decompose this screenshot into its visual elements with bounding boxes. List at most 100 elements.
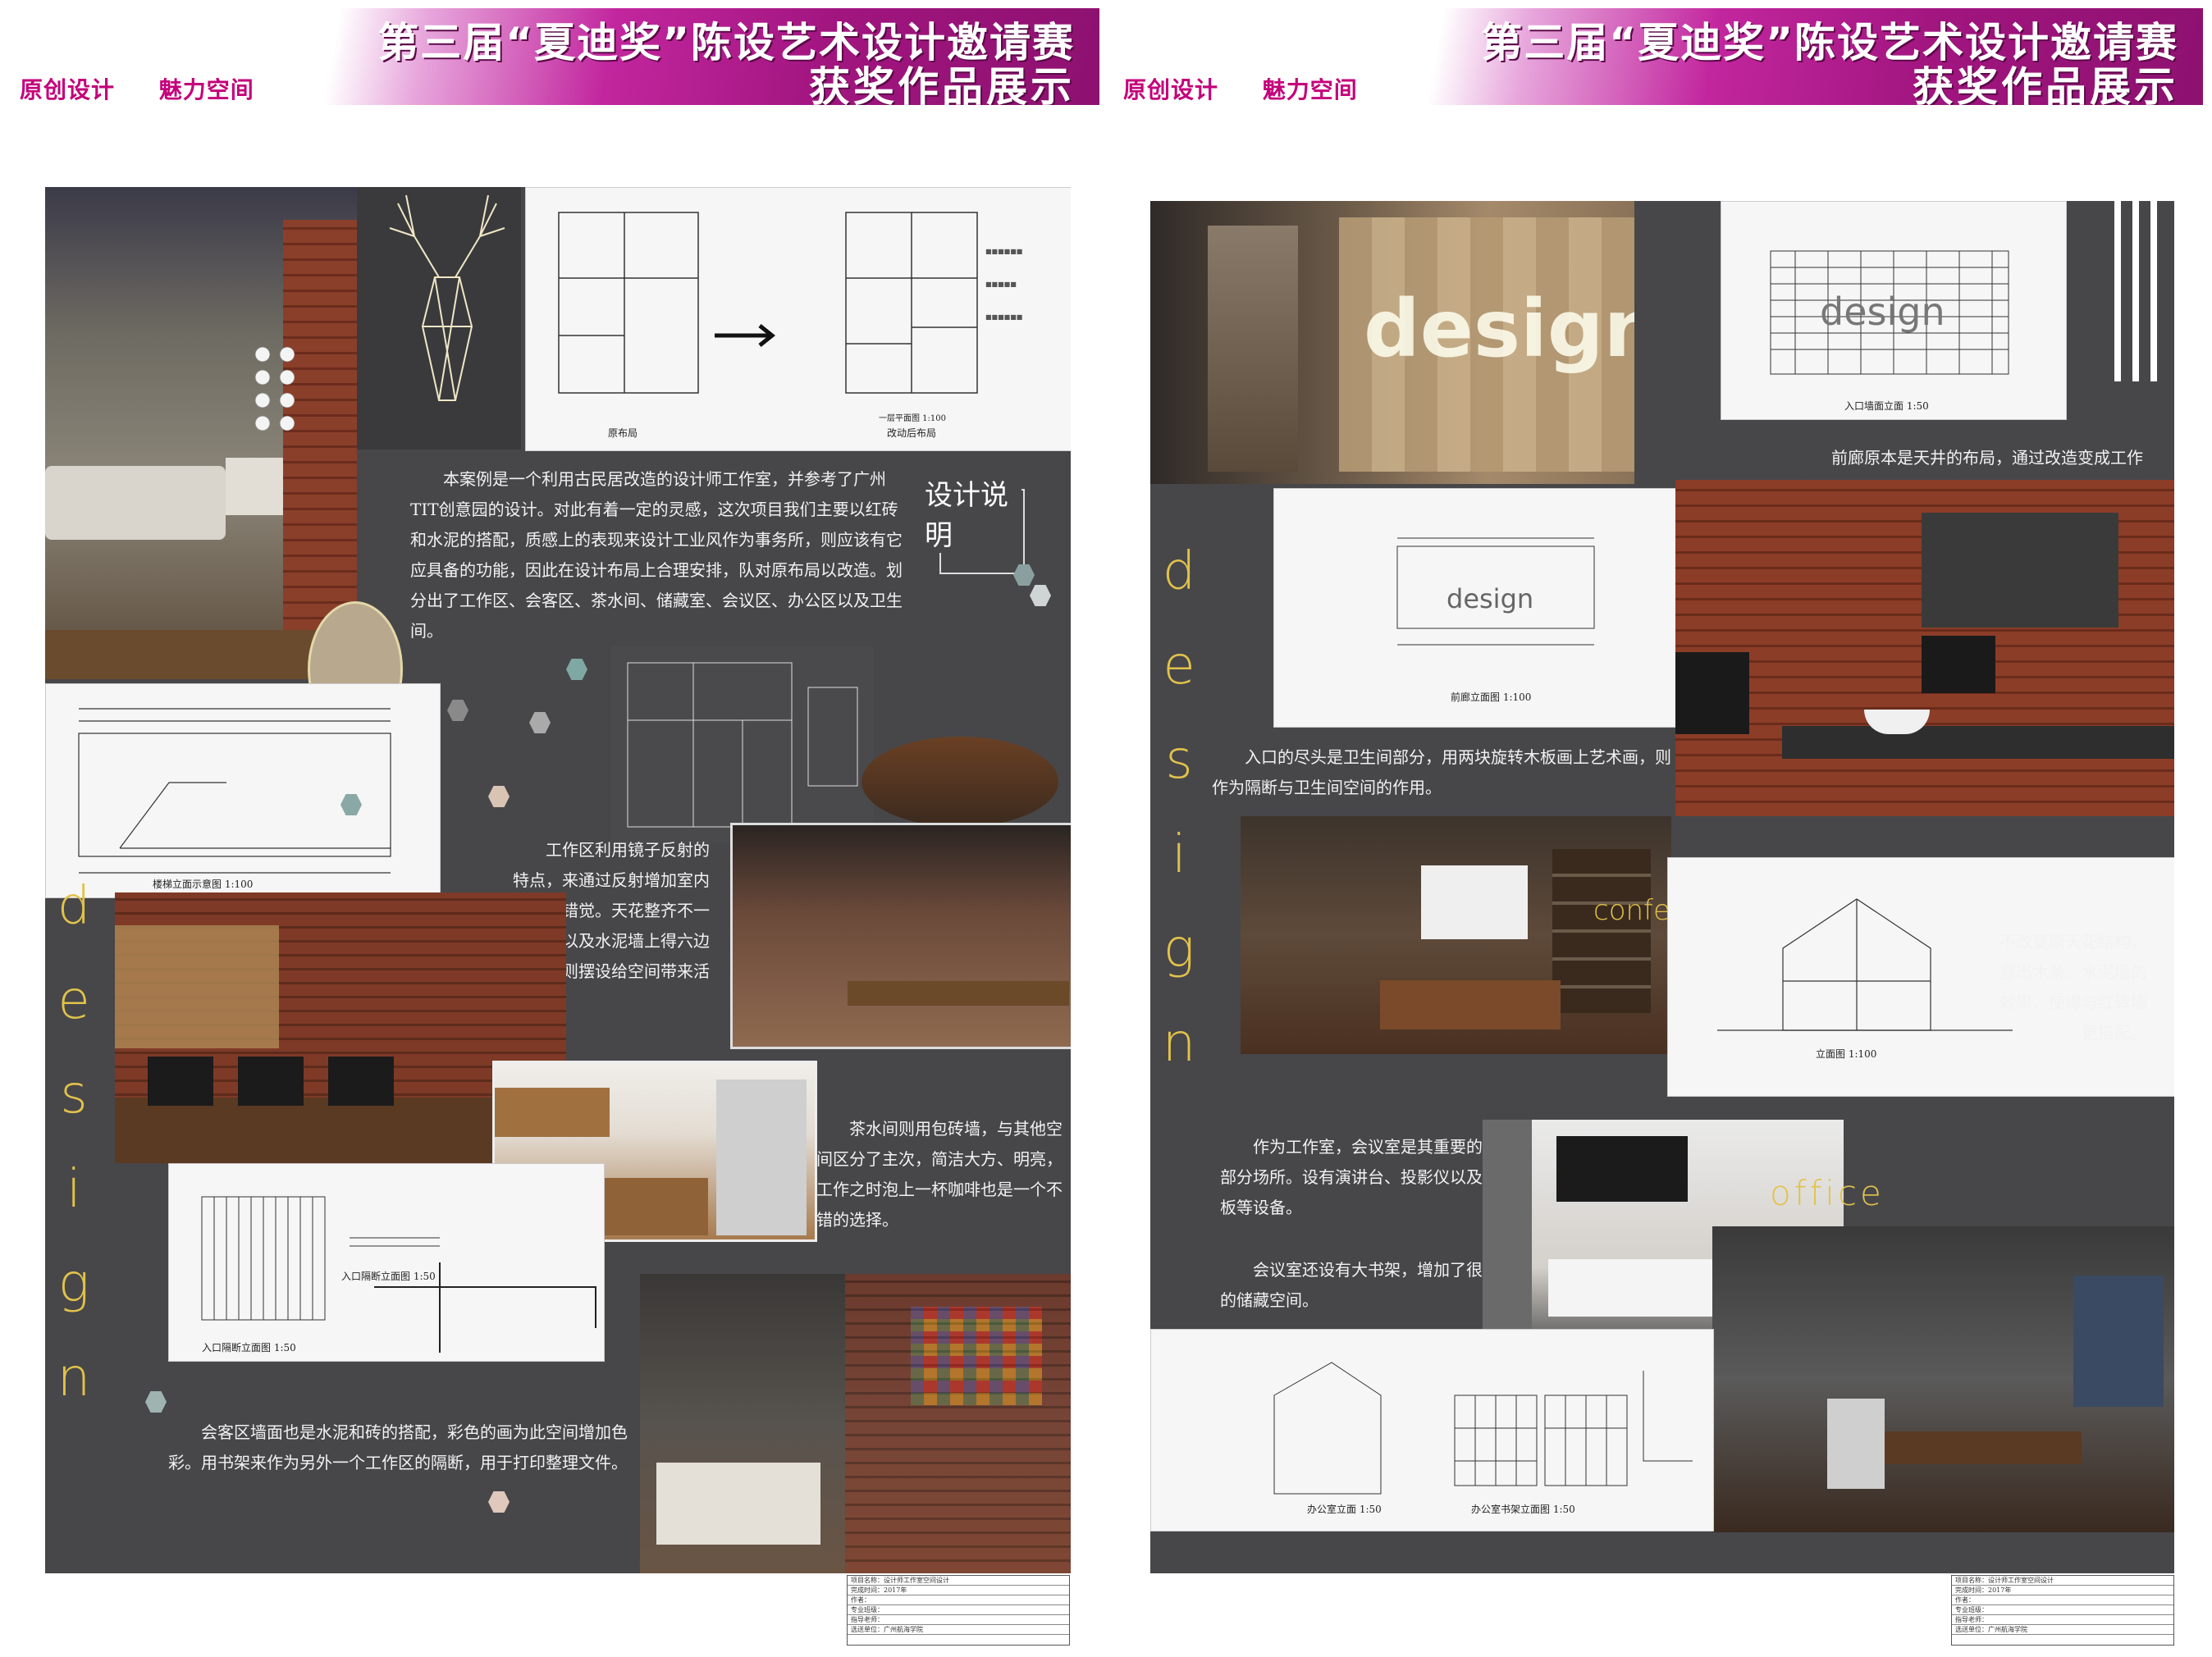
stair-elevation: 楼梯立面示意图 1:100 — [45, 683, 441, 898]
banner-right-title2: 获奖作品展示 — [1913, 63, 2178, 105]
right-title-block: 项目名称：设计师工作室空间设计 完成时间：2017年 作者： 专业班级： 指导老… — [1951, 1575, 2174, 1646]
tb-row: 项目名称：设计师工作室空间设计 — [1952, 1576, 2173, 1586]
letter-e: e — [1163, 636, 1195, 696]
portrait-panel — [1208, 226, 1298, 472]
deer-panel — [357, 187, 521, 450]
entrance-wall-caption: 入口墙面立面 1:50 — [1844, 400, 1929, 412]
right-vertical-design: d e s i g n — [1154, 525, 1204, 1091]
sofa — [45, 466, 226, 540]
fridge — [716, 1080, 807, 1235]
deer-head-icon — [389, 194, 505, 401]
sofa-right — [226, 458, 283, 515]
tag-charm: 魅力空间 — [1262, 76, 1358, 103]
svg-text:■■■■■: ■■■■■ — [985, 281, 1017, 288]
letter-i: i — [66, 1159, 81, 1220]
para-tea: 茶水间则用包砖墙，与其他空间区分了主次，简洁大方、明亮，工作之时泡上一杯咖啡也是… — [816, 1119, 1063, 1230]
plan-caption-after: 改动后布局 — [887, 427, 937, 439]
banner-left-tags: 原创设计 魅力空间 — [20, 72, 254, 105]
section-title: 设计说明 — [923, 472, 1021, 553]
stair-caption: 楼梯立面示意图 1:100 — [153, 879, 254, 890]
section-title-box: 设计说明 — [923, 472, 1025, 574]
hexagon-icon — [447, 700, 468, 721]
wc-sign-right — [1922, 636, 1995, 693]
tag-original: 原创设计 — [20, 76, 116, 103]
decor-stripes — [2114, 201, 2164, 381]
partition-drawing — [201, 1196, 596, 1353]
lounge-render — [45, 187, 357, 679]
svg-text:■■■■■■: ■■■■■■ — [985, 313, 1022, 321]
hexagon-icon — [488, 786, 510, 807]
design-lettering: design — [1820, 290, 1945, 334]
letter-g: g — [1163, 919, 1195, 979]
arrow-icon — [715, 324, 776, 347]
tb-row: 选送单位：广州航海学院 — [1952, 1625, 2173, 1635]
plan-caption-before: 原布局 — [608, 427, 638, 439]
corridor-caption: 前廊立面图 1:100 — [1451, 692, 1532, 703]
letter-g: g — [57, 1253, 90, 1314]
hexagon-icon — [1030, 585, 1051, 606]
letter-n: n — [1162, 1013, 1196, 1074]
vanity-counter — [1782, 726, 2174, 759]
workspace-render-right — [730, 823, 1071, 1049]
banner-right-tags: 原创设计 魅力空间 — [1123, 72, 1358, 105]
entrance-partition-drawing: 入口隔断立面图 1:50 入口隔断立面图 1:50 — [168, 1163, 605, 1362]
tb-row: 指导老师： — [848, 1615, 1069, 1625]
mirror — [1922, 513, 2118, 628]
office-caption2: 办公室书架立面图 1:50 — [1471, 1504, 1575, 1515]
left-board: ■■■■■■ ■■■■■ ■■■■■■ 原布局 一层平面图 1:100 改动后布局 … — [45, 187, 1071, 1573]
para-meeting1: 作为工作室，会议室是其重要的一部分场所。设有演讲台、投影仪以及黑板等设备。 — [1220, 1137, 1499, 1217]
hall-plan — [611, 646, 874, 843]
corridor-render: design — [1150, 201, 1634, 484]
para-intro: 本案例是一个利用古民居改造的设计师工作室，并参考了广州TIT创意园的设计。对此有… — [410, 469, 903, 641]
wall-art — [1556, 1136, 1688, 1202]
tb-row: 专业班级： — [1952, 1605, 2173, 1615]
plan-scale: 一层平面图 1:100 — [879, 414, 946, 423]
floor-plans: ■■■■■■ ■■■■■ ■■■■■■ 原布局 一层平面图 1:100 改动后布局 — [525, 187, 1071, 451]
banner-right: 第三届“夏迪奖”陈设艺术设计邀请赛 获奖作品展示 原创设计 魅力空间 — [1112, 8, 2203, 105]
para-ceiling: 不改变原天花结构，露出木条，水泥墙的效果，使得与红砖墙更搭配。 — [1999, 932, 2147, 1043]
entrance-caption1: 入口隔断立面图 1:50 — [341, 1271, 436, 1282]
bookshelf — [1552, 849, 1651, 1013]
office-desk-render — [1712, 1226, 2174, 1532]
svg-text:■■■■■■: ■■■■■■ — [985, 248, 1022, 255]
right-board: design design 入口墙面立面 1:50 前廊原本是天井的布局，通过改… — [1150, 201, 2174, 1573]
entrance-caption2: 入口隔断立面图 1:50 — [202, 1342, 296, 1353]
letter-s: s — [1165, 730, 1193, 791]
conference-table — [1380, 980, 1561, 1029]
lit-design-word: design — [1364, 283, 1634, 375]
section-caption: 立面图 1:100 — [1816, 1048, 1877, 1060]
left-title-block: 项目名称：设计师工作室空间设计 完成时间：2017年 作者： 专业班级： 指导老… — [847, 1575, 1070, 1646]
projector-screen — [1421, 865, 1528, 939]
tag-original: 原创设计 — [1123, 76, 1219, 103]
counter — [656, 1463, 820, 1545]
letter-n: n — [57, 1348, 91, 1408]
desks — [848, 981, 1069, 1006]
cabinet-upper — [495, 1088, 610, 1137]
letter-e: e — [57, 970, 90, 1031]
entrance-wall-elevation: design 入口墙面立面 1:50 — [1721, 201, 2067, 420]
office-elevations: 办公室立面 1:50 办公室书架立面图 1:50 — [1150, 1329, 1714, 1531]
lounge-bookshelf-render — [640, 1274, 1071, 1573]
corridor-elevation: design 前廊立面图 1:100 — [1273, 488, 1734, 728]
washroom-render — [1675, 480, 2174, 816]
pendant-lamps-oval — [861, 737, 1058, 827]
wc-sign-left — [1675, 652, 1749, 734]
banner-left: 第三届“夏迪奖”陈设艺术设计邀请赛 获奖作品展示 原创设计 魅力空间 — [8, 8, 1099, 105]
office-caption1: 办公室立面 1:50 — [1307, 1504, 1382, 1515]
letter-s: s — [60, 1065, 88, 1125]
banner-left-title2: 获奖作品展示 — [809, 63, 1075, 105]
left-vertical-design: d e s i g n — [49, 860, 98, 1426]
tb-row: 完成时间：2017年 — [848, 1586, 1069, 1595]
office-label: office — [1770, 1173, 1885, 1213]
world-map-wall — [115, 925, 279, 1048]
hall-plan-drawing — [627, 662, 858, 828]
imac-row — [148, 1057, 410, 1106]
tb-row: 指导老师： — [1952, 1615, 2173, 1625]
floor-plan-drawing: ■■■■■■■■■■■■■■■■■ — [558, 212, 1022, 394]
hexagon-icon — [566, 659, 587, 680]
brick-section — [845, 1274, 1071, 1573]
tb-row: 作者： — [848, 1595, 1069, 1605]
office-chair — [1827, 1399, 1885, 1489]
tb-row: 专业班级： — [848, 1605, 1069, 1615]
para-wc: 入口的尽头是卫生间部分，用两块旋转木板画上艺术画，则作为隔断与卫生间空间的作用。 — [1212, 747, 1671, 797]
